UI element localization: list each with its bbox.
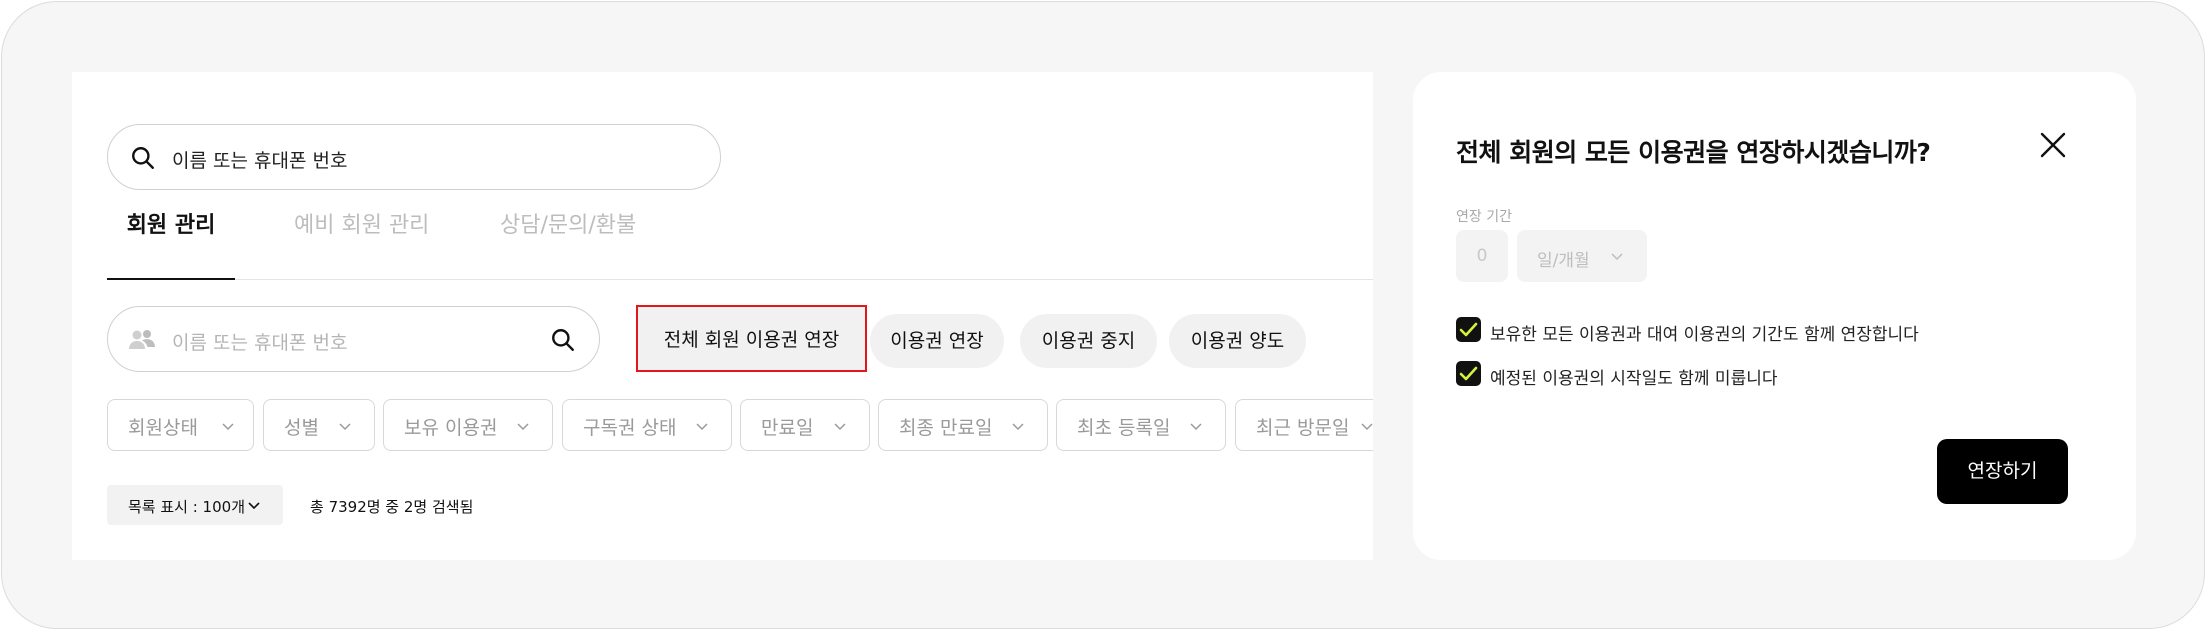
extend-all-modal: 전체 회원의 모든 이용권을 연장하시겠습니까? 연장 기간 0 일/개월 보유… [1413, 72, 2136, 560]
tab-label: 회원 관리 [126, 213, 216, 238]
close-icon[interactable] [2038, 130, 2068, 160]
member-search-input[interactable]: 이름 또는 휴대폰 번호 [107, 306, 600, 372]
filter-subscription-status[interactable]: 구독권 상태 [562, 399, 732, 451]
list-size-select[interactable]: 목록 표시 : 100개 [107, 485, 283, 525]
pause-pass-button[interactable]: 이용권 중지 [1020, 314, 1157, 368]
tab-consult-inquiry-refund[interactable]: 상담/문의/환불 [500, 198, 636, 280]
global-search-input[interactable]: 이름 또는 휴대폰 번호 [107, 124, 721, 190]
confirm-extend-button[interactable]: 연장하기 [1937, 439, 2068, 504]
period-amount-input[interactable]: 0 [1456, 230, 1508, 282]
chevron-down-icon [834, 423, 846, 431]
tab-label: 상담/문의/환불 [500, 213, 637, 238]
checkbox-checked[interactable] [1456, 361, 1481, 386]
checkbox-label: 예정된 이용권의 시작일도 함께 미룹니다 [1490, 369, 1778, 389]
chevron-down-icon [517, 423, 529, 431]
period-unit-label: 일/개월 [1537, 251, 1590, 271]
filter-label: 최종 만료일 [899, 417, 993, 439]
chevron-down-icon [1190, 423, 1202, 431]
chevron-down-icon [1361, 423, 1373, 431]
filter-first-registration-date[interactable]: 최초 등록일 [1056, 399, 1226, 451]
filter-gender[interactable]: 성별 [263, 399, 375, 451]
tab-prospective-members[interactable]: 예비 회원 관리 [294, 198, 429, 280]
check-icon [1459, 366, 1478, 381]
extend-all-label: 전체 회원 이용권 연장 [663, 329, 840, 351]
tab-member-management[interactable]: 회원 관리 [107, 198, 235, 280]
member-search-placeholder: 이름 또는 휴대폰 번호 [172, 332, 348, 354]
list-size-label: 목록 표시 : 100개 [128, 498, 245, 516]
chevron-down-icon [222, 423, 234, 431]
modal-title: 전체 회원의 모든 이용권을 연장하시겠습니까? [1456, 138, 1931, 167]
filter-owned-pass[interactable]: 보유 이용권 [383, 399, 553, 451]
transfer-pass-label: 이용권 양도 [1190, 330, 1285, 352]
member-management-panel: 이름 또는 휴대폰 번호 회원 관리 예비 회원 관리 상담/문의/환불 이름 … [72, 72, 1373, 560]
period-unit-select[interactable]: 일/개월 [1517, 230, 1647, 282]
filter-label: 최근 방문일 [1256, 417, 1350, 439]
extend-pass-label: 이용권 연장 [890, 330, 984, 352]
app-frame: 이름 또는 휴대폰 번호 회원 관리 예비 회원 관리 상담/문의/환불 이름 … [1, 1, 2205, 629]
extend-rental-pass-checkbox[interactable]: 보유한 모든 이용권과 대여 이용권의 기간도 함께 연장합니다 [1456, 317, 1919, 345]
transfer-pass-button[interactable]: 이용권 양도 [1169, 314, 1306, 368]
chevron-down-icon [339, 423, 351, 431]
filter-expiry-date[interactable]: 만료일 [740, 399, 870, 451]
filter-last-visit-date[interactable]: 최근 방문일 [1235, 399, 1373, 451]
postpone-scheduled-pass-checkbox[interactable]: 예정된 이용권의 시작일도 함께 미룹니다 [1456, 361, 1796, 389]
checkbox-label: 보유한 모든 이용권과 대여 이용권의 기간도 함께 연장합니다 [1490, 325, 1919, 345]
members-icon [129, 330, 155, 349]
extend-all-button[interactable]: 전체 회원 이용권 연장 [636, 305, 867, 372]
tab-bar: 회원 관리 예비 회원 관리 상담/문의/환불 [107, 198, 1373, 280]
search-result-count: 총 7392명 중 2명 검색됨 [310, 498, 474, 516]
filter-label: 만료일 [761, 417, 814, 439]
check-icon [1459, 322, 1478, 337]
tab-label: 예비 회원 관리 [294, 213, 430, 238]
pause-pass-label: 이용권 중지 [1041, 330, 1136, 352]
confirm-extend-label: 연장하기 [1967, 460, 2038, 482]
chevron-down-icon [1012, 423, 1024, 431]
chevron-down-icon [1611, 253, 1623, 261]
chevron-down-icon [696, 423, 708, 431]
search-icon [132, 147, 154, 169]
filter-label: 구독권 상태 [583, 417, 677, 439]
search-icon[interactable] [550, 327, 576, 353]
filter-member-status[interactable]: 회원상태 [107, 399, 254, 451]
filter-label: 최초 등록일 [1077, 417, 1171, 439]
period-amount-value: 0 [1476, 246, 1488, 266]
period-label: 연장 기간 [1456, 209, 1512, 225]
filter-final-expiry-date[interactable]: 최종 만료일 [878, 399, 1048, 451]
filter-label: 성별 [284, 417, 319, 439]
filter-label: 보유 이용권 [404, 417, 498, 439]
extend-pass-button[interactable]: 이용권 연장 [870, 314, 1004, 368]
chevron-down-icon [248, 502, 260, 510]
checkbox-checked[interactable] [1456, 317, 1481, 342]
filter-label: 회원상태 [128, 417, 198, 439]
global-search-text: 이름 또는 휴대폰 번호 [172, 150, 348, 172]
